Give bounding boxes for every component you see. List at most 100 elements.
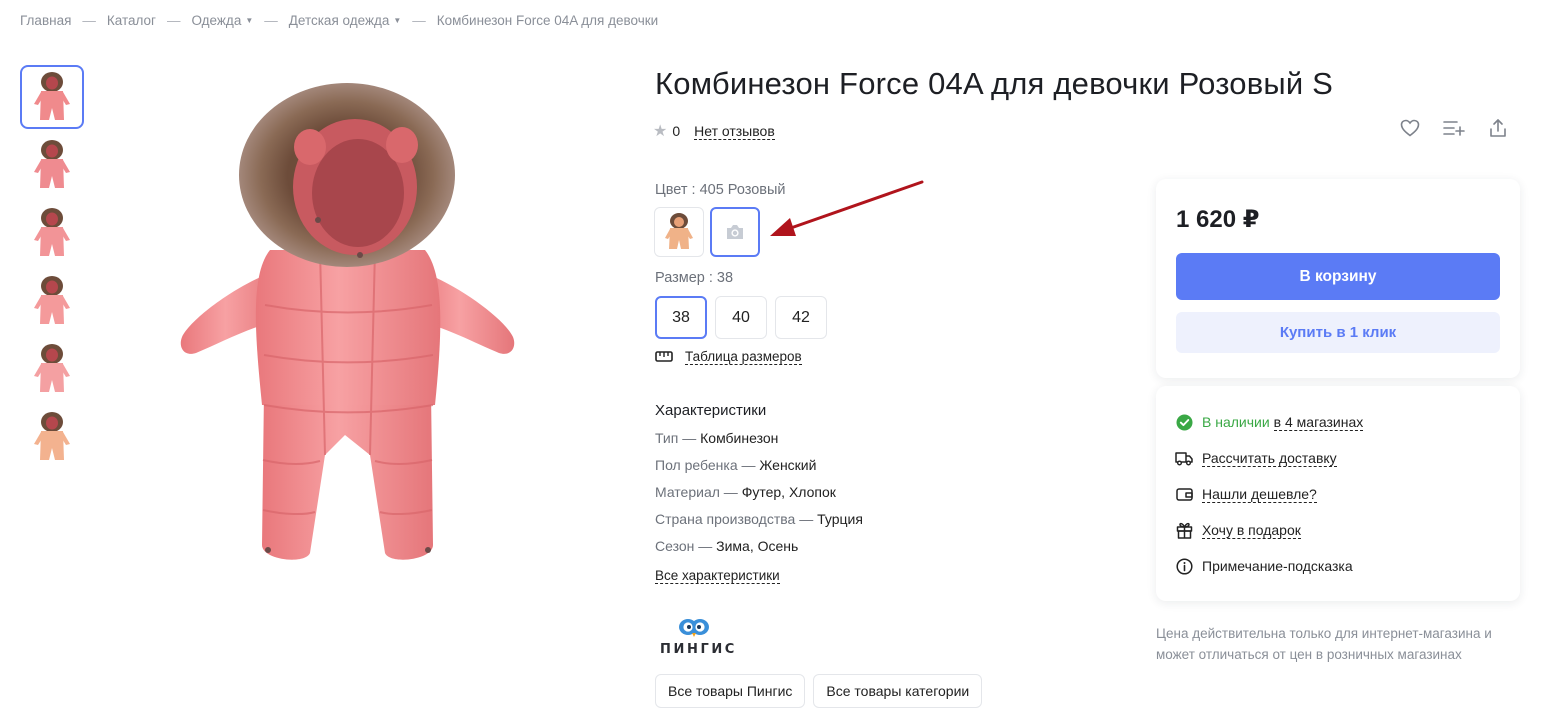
breadcrumb: Главная — Каталог — Одежда ▼ — Детская од… xyxy=(20,13,658,28)
spec-value: Турция xyxy=(817,511,863,527)
spec-dash: — xyxy=(741,457,756,473)
size-label: Размер : 38 xyxy=(655,270,734,286)
heart-icon[interactable] xyxy=(1398,116,1422,140)
breadcrumb-separator: — xyxy=(166,13,181,28)
reviews-link[interactable]: Нет отзывов xyxy=(694,123,775,140)
all-category-products-button[interactable]: Все товары категории xyxy=(813,674,983,708)
all-specs-link[interactable]: Все характеристики xyxy=(655,568,780,584)
product-title: Комбинезон Force 04A для девочки Розовый… xyxy=(655,66,1334,101)
color-swatch[interactable] xyxy=(654,207,704,257)
gift-row: Хочу в подарок xyxy=(1175,521,1301,539)
thumbnail-image xyxy=(34,412,70,460)
stock-row: В наличии в 4 магазинах xyxy=(1175,413,1364,431)
product-thumbnail[interactable] xyxy=(20,269,84,333)
brand-logo[interactable]: ПИНГИС xyxy=(657,618,734,660)
product-thumbnail[interactable] xyxy=(20,133,84,197)
size-options: 38 40 42 xyxy=(655,296,827,339)
product-actions xyxy=(1398,116,1510,140)
spec-value: Женский xyxy=(759,457,817,473)
spec-key: Страна производства xyxy=(655,511,796,527)
stock-status: В наличии xyxy=(1202,414,1270,430)
caret-down-icon[interactable]: ▼ xyxy=(393,16,401,25)
camera-icon xyxy=(727,225,743,239)
spec-key: Тип xyxy=(655,430,679,446)
thumbnail-list xyxy=(20,65,84,473)
swatch-thumbnail xyxy=(665,213,693,249)
star-icon: ★ xyxy=(653,123,668,140)
spec-row: Пол ребенка — Женский xyxy=(655,457,863,484)
stores-link[interactable]: в 4 магазинах xyxy=(1273,414,1364,431)
size-option-42[interactable]: 42 xyxy=(775,296,827,339)
spec-row: Сезон — Зима, Осень xyxy=(655,538,863,565)
product-thumbnail[interactable] xyxy=(20,201,84,265)
brand-links: Все товары Пингис Все товары категории xyxy=(655,674,983,708)
color-swatch-selected[interactable] xyxy=(710,207,760,257)
spec-dash: — xyxy=(723,484,738,500)
share-icon[interactable] xyxy=(1486,116,1510,140)
gift-icon xyxy=(1175,521,1193,539)
snowsuit-image xyxy=(180,83,515,560)
breadcrumb-separator: — xyxy=(264,13,278,28)
no-photo-placeholder xyxy=(725,224,745,240)
want-as-gift-link[interactable]: Хочу в подарок xyxy=(1202,522,1301,539)
breadcrumb-item-catalog[interactable]: Каталог xyxy=(107,13,156,28)
product-main-image[interactable] xyxy=(170,75,525,575)
wallet-icon xyxy=(1175,485,1193,503)
caret-down-icon[interactable]: ▼ xyxy=(245,16,253,25)
thumbnail-image xyxy=(34,208,70,256)
hint-text: Примечание-подсказка xyxy=(1202,558,1353,574)
product-thumbnail[interactable] xyxy=(20,65,84,129)
spec-dash: — xyxy=(799,511,814,527)
truck-icon xyxy=(1175,449,1193,467)
thumbnail-image xyxy=(34,140,70,188)
spec-value: Зима, Осень xyxy=(716,538,799,554)
breadcrumb-item-current: Комбинезон Force 04A для девочки xyxy=(437,13,658,28)
spec-row: Материал — Футер, Хлопок xyxy=(655,484,863,511)
cheaper-row: Нашли дешевле? xyxy=(1175,485,1317,503)
thumbnail-image xyxy=(34,72,70,120)
size-table-link-row: Таблица размеров xyxy=(655,349,802,365)
breadcrumb-label[interactable]: Главная xyxy=(20,13,71,28)
add-to-cart-button[interactable]: В корзину xyxy=(1176,253,1500,300)
check-circle-icon xyxy=(1175,413,1193,431)
delivery-row: Рассчитать доставку xyxy=(1175,449,1337,467)
breadcrumb-label[interactable]: Детская одежда xyxy=(289,13,390,28)
rating-count: 0 xyxy=(672,123,681,139)
size-option-40[interactable]: 40 xyxy=(715,296,767,339)
all-brand-products-button[interactable]: Все товары Пингис xyxy=(655,674,806,708)
color-swatches xyxy=(654,207,760,257)
ruler-icon xyxy=(655,350,673,365)
spec-dash: — xyxy=(698,538,713,554)
brand-wordmark: ПИНГИС xyxy=(660,642,737,657)
spec-key: Пол ребенка xyxy=(655,457,738,473)
compare-list-icon[interactable] xyxy=(1442,116,1466,140)
breadcrumb-item-clothing[interactable]: Одежда ▼ xyxy=(191,13,253,28)
info-card: В наличии в 4 магазинах Рассчитать доста… xyxy=(1156,386,1520,601)
breadcrumb-separator: — xyxy=(412,13,426,28)
product-thumbnail[interactable] xyxy=(20,405,84,469)
calculate-delivery-link[interactable]: Рассчитать доставку xyxy=(1202,450,1337,467)
specs-title: Характеристики xyxy=(655,402,767,419)
price-card: 1 620 ₽ В корзину Купить в 1 клик xyxy=(1156,179,1520,378)
spec-key: Сезон xyxy=(655,538,695,554)
size-table-link[interactable]: Таблица размеров xyxy=(685,349,802,365)
spec-key: Материал xyxy=(655,484,720,500)
buy-one-click-button[interactable]: Купить в 1 клик xyxy=(1176,312,1500,353)
info-icon xyxy=(1175,557,1193,575)
breadcrumb-separator: — xyxy=(82,13,96,28)
price: 1 620 ₽ xyxy=(1176,206,1260,233)
spec-value: Футер, Хлопок xyxy=(741,484,836,500)
thumbnail-image xyxy=(34,276,70,324)
breadcrumb-label[interactable]: Каталог xyxy=(107,13,156,28)
found-cheaper-link[interactable]: Нашли дешевле? xyxy=(1202,486,1317,503)
rating: ★ 0 Нет отзывов xyxy=(653,121,775,141)
breadcrumb-item-kids-clothing[interactable]: Детская одежда ▼ xyxy=(289,13,402,28)
thumbnail-image xyxy=(34,344,70,392)
spec-value: Комбинезон xyxy=(700,430,779,446)
size-option-38[interactable]: 38 xyxy=(655,296,707,339)
spec-dash: — xyxy=(682,430,697,446)
product-thumbnail[interactable] xyxy=(20,337,84,401)
owl-logo-icon xyxy=(679,619,709,637)
breadcrumb-label[interactable]: Одежда xyxy=(191,13,241,28)
breadcrumb-item-home[interactable]: Главная xyxy=(20,13,71,28)
